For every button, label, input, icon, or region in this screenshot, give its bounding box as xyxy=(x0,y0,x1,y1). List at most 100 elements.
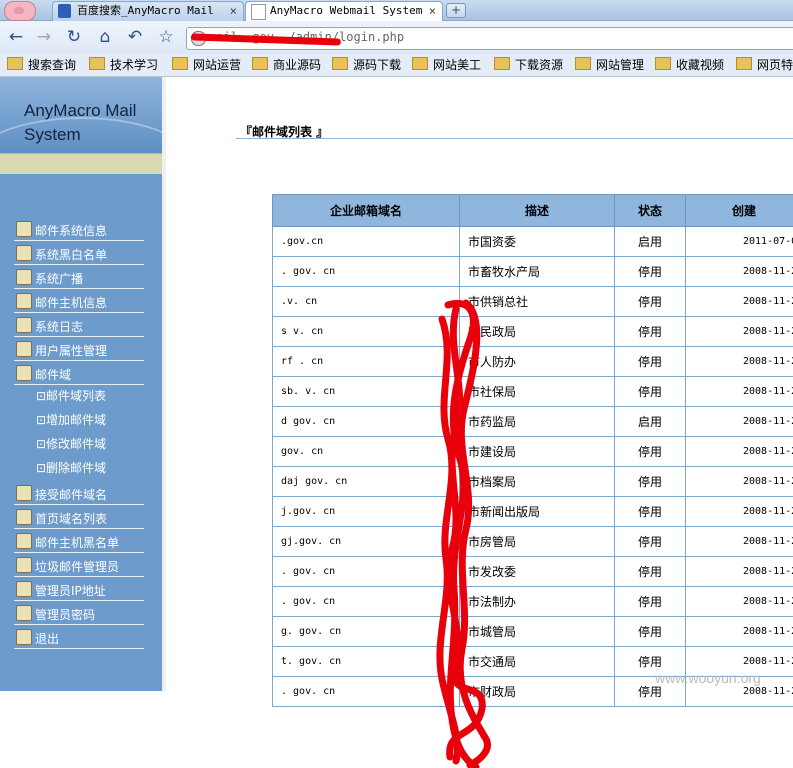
table-row[interactable]: . gov. cn市法制办停用2008-11-2 xyxy=(273,587,793,617)
submenu-domain-list[interactable]: ⊡邮件域列表 xyxy=(36,386,106,406)
cell-description: 市档案局 xyxy=(460,467,615,497)
tab-baidu-search[interactable]: 百度搜索_AnyMacro Mail × xyxy=(52,1,244,21)
menu-item-user-attributes[interactable]: 用户属性管理 xyxy=(14,338,144,361)
header-description[interactable]: 描述 xyxy=(460,195,615,227)
mail-domain-icon xyxy=(16,365,32,381)
bookmark-folder[interactable]: 源码下载 xyxy=(332,57,401,73)
main-content: 『邮件域列表 』 企业邮箱域名 描述 状态 创建 .gov.cn市国资委启用20… xyxy=(166,77,793,691)
bookmark-folder[interactable]: 商业源码 xyxy=(252,57,321,73)
cell-created-date: 2011-07-0 xyxy=(686,227,793,257)
admin-sidebar: AnyMacro Mail System 邮件系统信息 系统黑白名单 系统广播 … xyxy=(0,77,162,691)
logout-icon xyxy=(16,629,32,645)
bookmark-folder[interactable]: 搜索查询 xyxy=(7,57,76,73)
menu-item-admin-password[interactable]: 管理员密码 xyxy=(14,602,144,625)
tab-close-icon[interactable]: × xyxy=(230,2,237,20)
tab-anymacro-webmail[interactable]: AnyMacro Webmail System × xyxy=(245,1,443,22)
table-row[interactable]: s v. cn市民政局停用2008-11-2 xyxy=(273,317,793,347)
table-row[interactable]: j.gov. cn市新闻出版局停用2008-11-2 xyxy=(273,497,793,527)
menu-item-host-blacklist[interactable]: 邮件主机黑名单 xyxy=(14,530,144,553)
cell-created-date: 2008-11-2 xyxy=(686,287,793,317)
cell-domain: . gov. cn xyxy=(273,257,460,287)
menu-item-spam-admin[interactable]: 垃圾邮件管理员 xyxy=(14,554,144,577)
admin-icon xyxy=(16,557,32,573)
address-bar[interactable]: mail· gov. /admin/login.php xyxy=(186,27,793,50)
menu-item-blacklist[interactable]: 系统黑白名单 xyxy=(14,242,144,265)
folder-icon xyxy=(172,57,188,70)
menu-item-mail-host-info[interactable]: 邮件主机信息 xyxy=(14,290,144,313)
table-row[interactable]: sb. v. cn市社保局停用2008-11-2 xyxy=(273,377,793,407)
bookmark-folder[interactable]: 网页特 xyxy=(736,57,793,73)
bookmarks-bar: 搜索查询 技术学习 网站运营 商业源码 源码下载 网站美工 下载资源 网站管理 … xyxy=(0,54,793,77)
table-row[interactable]: . gov. cn市畜牧水产局停用2008-11-2 xyxy=(273,257,793,287)
cell-description: 市人防办 xyxy=(460,347,615,377)
cell-status: 启用 xyxy=(615,407,686,437)
menu-item-logout[interactable]: 退出 xyxy=(14,626,144,649)
watermark: www.wooyun.org xyxy=(655,670,761,686)
menu-item-system-log[interactable]: 系统日志 xyxy=(14,314,144,337)
forward-arrow-icon[interactable]: → xyxy=(34,27,54,47)
cell-description: 市发改委 xyxy=(460,557,615,587)
star-icon[interactable]: ☆ xyxy=(156,27,176,47)
cell-description: 市城管局 xyxy=(460,617,615,647)
folder-icon xyxy=(332,57,348,70)
page-icon xyxy=(251,4,266,20)
table-row[interactable]: rf . cn市人防办停用2008-11-2 xyxy=(273,347,793,377)
table-row[interactable]: . gov. cn市发改委停用2008-11-2 xyxy=(273,557,793,587)
cell-status: 停用 xyxy=(615,587,686,617)
document-icon xyxy=(16,317,32,333)
cell-created-date: 2008-11-2 xyxy=(686,347,793,377)
new-tab-button[interactable]: + xyxy=(446,3,466,18)
bookmark-folder[interactable]: 技术学习 xyxy=(89,57,158,73)
document-icon xyxy=(16,269,32,285)
browser-logo-icon[interactable] xyxy=(4,1,36,21)
header-status[interactable]: 状态 xyxy=(615,195,686,227)
document-icon xyxy=(16,221,32,237)
cell-domain: sb. v. cn xyxy=(273,377,460,407)
menu-item-homepage-domains[interactable]: 首页域名列表 xyxy=(14,506,144,529)
menu-item-admin-ip[interactable]: 管理员IP地址 xyxy=(14,578,144,601)
submenu-add-domain[interactable]: ⊡增加邮件域 xyxy=(36,410,106,430)
cell-created-date: 2008-11-2 xyxy=(686,257,793,287)
cell-description: 市法制办 xyxy=(460,587,615,617)
anymacro-logo: AnyMacro Mail System xyxy=(0,77,162,153)
menu-item-accepted-domains[interactable]: 接受邮件域名 xyxy=(14,482,144,505)
menu-item-mail-system-info[interactable]: 邮件系统信息 xyxy=(14,218,144,241)
folder-icon xyxy=(412,57,428,70)
cell-domain: t. gov. cn xyxy=(273,647,460,677)
tab-close-icon[interactable]: × xyxy=(429,2,436,20)
cell-description: 市供销总社 xyxy=(460,287,615,317)
cell-domain: . gov. cn xyxy=(273,587,460,617)
submenu-edit-domain[interactable]: ⊡修改邮件域 xyxy=(36,434,106,454)
bookmark-folder[interactable]: 网站运营 xyxy=(172,57,241,73)
header-created[interactable]: 创建 xyxy=(686,195,793,227)
back-arrow-icon[interactable]: ← xyxy=(6,27,26,47)
book-icon xyxy=(16,509,32,525)
table-row[interactable]: d gov. cn市药监局启用2008-11-2 xyxy=(273,407,793,437)
folder-icon xyxy=(494,57,510,70)
bookmark-folder[interactable]: 网站美工 xyxy=(412,57,481,73)
bookmark-folder[interactable]: 收藏视频 xyxy=(655,57,724,73)
bookmark-folder[interactable]: 下载资源 xyxy=(494,57,563,73)
browser-toolbar: ← → ↻ ⌂ ↶ ☆ mail· gov. /admin/login.php xyxy=(0,21,793,54)
cell-description: 市国资委 xyxy=(460,227,615,257)
table-row[interactable]: .v. cn市供销总社停用2008-11-2 xyxy=(273,287,793,317)
reload-icon[interactable]: ↻ xyxy=(64,27,84,47)
cell-status: 停用 xyxy=(615,437,686,467)
table-row[interactable]: g. gov. cn市城管局停用2008-11-2 xyxy=(273,617,793,647)
submenu-delete-domain[interactable]: ⊡删除邮件域 xyxy=(36,458,106,478)
cell-description: 市交通局 xyxy=(460,647,615,677)
table-row[interactable]: gj.gov. cn市房管局停用2008-11-2 xyxy=(273,527,793,557)
cell-status: 停用 xyxy=(615,497,686,527)
menu-item-mail-domain[interactable]: 邮件域 xyxy=(14,362,144,385)
folder-icon xyxy=(89,57,105,70)
table-row[interactable]: .gov.cn市国资委启用2011-07-0 xyxy=(273,227,793,257)
header-domain[interactable]: 企业邮箱域名 xyxy=(273,195,460,227)
cell-description: 市建设局 xyxy=(460,437,615,467)
home-icon[interactable]: ⌂ xyxy=(95,27,115,47)
menu-item-broadcast[interactable]: 系统广播 xyxy=(14,266,144,289)
table-row[interactable]: gov. cn市建设局停用2008-11-2 xyxy=(273,437,793,467)
table-row[interactable]: daj gov. cn市档案局停用2008-11-2 xyxy=(273,467,793,497)
bookmark-folder[interactable]: 网站管理 xyxy=(575,57,644,73)
undo-arrow-icon[interactable]: ↶ xyxy=(125,27,145,47)
folder-icon xyxy=(655,57,671,70)
